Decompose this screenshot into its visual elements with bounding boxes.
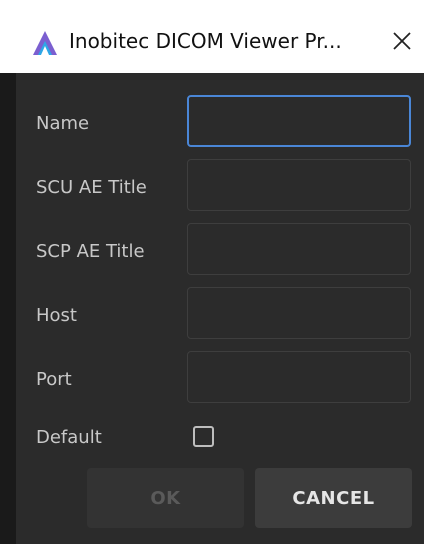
window-titlebar: Inobitec DICOM Viewer Pr... xyxy=(0,0,424,73)
cancel-button[interactable]: CANCEL xyxy=(255,468,412,528)
inobitec-app-icon xyxy=(33,31,57,55)
scu-ae-title-field[interactable] xyxy=(187,159,411,211)
scp-ae-title-field[interactable] xyxy=(187,223,411,275)
background-edge xyxy=(0,73,16,544)
name-field[interactable] xyxy=(187,95,411,147)
ok-button[interactable]: OK xyxy=(87,468,244,528)
name-label: Name xyxy=(36,113,90,134)
default-label: Default xyxy=(36,427,102,448)
close-button[interactable] xyxy=(388,27,416,55)
scu-ae-title-label: SCU AE Title xyxy=(36,177,147,198)
port-label: Port xyxy=(36,369,72,390)
host-field[interactable] xyxy=(187,287,411,339)
close-icon xyxy=(393,32,411,50)
cancel-button-label: CANCEL xyxy=(292,487,375,509)
window-title: Inobitec DICOM Viewer Pr... xyxy=(69,29,342,53)
ok-button-label: OK xyxy=(150,487,181,509)
port-field[interactable] xyxy=(187,351,411,403)
scp-ae-title-label: SCP AE Title xyxy=(36,241,145,262)
default-checkbox[interactable] xyxy=(193,426,214,447)
host-label: Host xyxy=(36,305,77,326)
